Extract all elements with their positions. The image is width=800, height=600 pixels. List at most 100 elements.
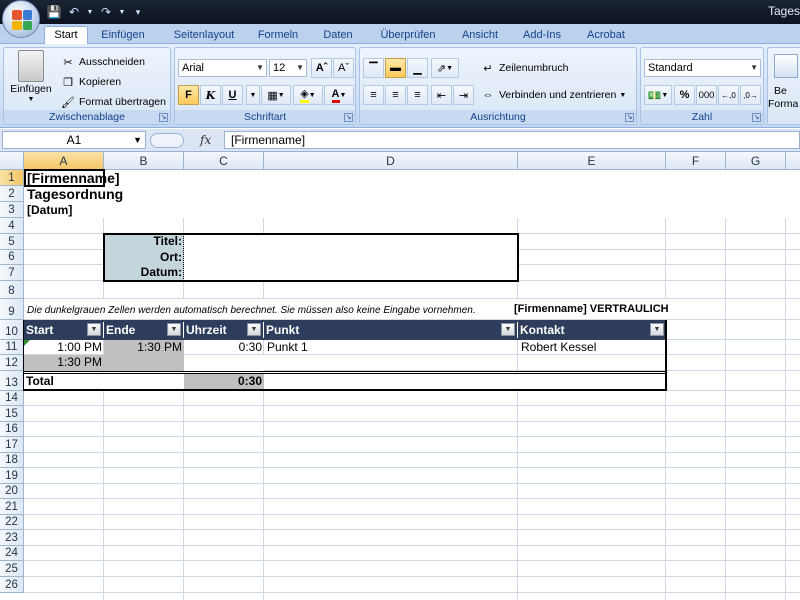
copy-button[interactable]: ❐ Kopieren: [60, 74, 121, 90]
formula-input[interactable]: [Firmenname]: [224, 131, 800, 149]
column-header-b[interactable]: B: [104, 152, 184, 170]
row-header[interactable]: 5: [0, 234, 24, 250]
row-header[interactable]: 3: [0, 202, 24, 218]
column-header-d[interactable]: D: [264, 152, 518, 170]
header-end[interactable]: Ende ▼: [104, 322, 184, 338]
filter-dropdown-icon[interactable]: ▼: [501, 323, 515, 336]
company-name[interactable]: [Firmenname]: [27, 170, 120, 186]
dropdown-arrow-icon[interactable]: ▼: [118, 4, 126, 20]
dialog-launcher-icon[interactable]: ↘: [752, 113, 761, 122]
filter-dropdown-icon[interactable]: ▼: [247, 323, 261, 336]
tab-formeln[interactable]: Formeln: [252, 27, 304, 44]
row-header[interactable]: 2: [0, 186, 24, 202]
decrease-indent-button[interactable]: ⇤: [431, 85, 452, 105]
select-all-corner[interactable]: [0, 152, 24, 170]
paste-button[interactable]: Einfügen ▼: [6, 50, 56, 103]
row-header[interactable]: 10: [0, 320, 24, 340]
dialog-launcher-icon[interactable]: ↘: [159, 113, 168, 122]
row-header[interactable]: 15: [0, 406, 24, 422]
row-header[interactable]: 14: [0, 391, 24, 406]
thousands-button[interactable]: 000: [696, 85, 717, 105]
row-header[interactable]: 9: [0, 299, 24, 320]
row-header[interactable]: 7: [0, 265, 24, 281]
row-header[interactable]: 13: [0, 371, 24, 391]
shrink-font-button[interactable]: Aˇ: [333, 58, 354, 78]
column-header-c[interactable]: C: [184, 152, 264, 170]
row-header[interactable]: 6: [0, 250, 24, 265]
row-header[interactable]: 25: [0, 561, 24, 577]
percent-button[interactable]: %: [674, 85, 695, 105]
tab-acrobat[interactable]: Acrobat: [580, 27, 632, 44]
tab-add-ins[interactable]: Add-Ins: [516, 27, 568, 44]
align-middle-button[interactable]: ▬: [385, 58, 406, 78]
header-item[interactable]: Punkt ▼: [264, 322, 518, 338]
conditional-format-icon[interactable]: [774, 54, 798, 78]
row-header[interactable]: 4: [0, 218, 24, 234]
row-header[interactable]: 24: [0, 546, 24, 561]
cut-button[interactable]: ✂ Ausschneiden: [60, 54, 145, 70]
font-color-button[interactable]: A ▼: [324, 85, 354, 105]
header-contact[interactable]: Kontakt ▼: [518, 322, 666, 338]
header-time[interactable]: Uhrzeit ▼: [184, 322, 264, 338]
align-bottom-button[interactable]: ▁: [407, 58, 428, 78]
redo-icon[interactable]: ↷: [98, 4, 114, 20]
grow-font-button[interactable]: Aˆ: [311, 58, 332, 78]
tab-einfuegen[interactable]: Einfügen: [94, 27, 152, 44]
row11-start[interactable]: 1:00 PM: [24, 340, 102, 355]
bold-button[interactable]: F: [178, 85, 199, 105]
row-header[interactable]: 17: [0, 437, 24, 453]
office-button[interactable]: [2, 0, 40, 38]
name-box[interactable]: A1 ▼: [2, 131, 146, 149]
row-header[interactable]: 11: [0, 340, 24, 355]
row-header[interactable]: 1: [0, 170, 24, 186]
filter-dropdown-icon[interactable]: ▼: [650, 323, 664, 336]
font-name-select[interactable]: Arial ▼: [178, 59, 267, 77]
row11-contact[interactable]: Robert Kessel: [521, 340, 596, 355]
filter-dropdown-icon[interactable]: ▼: [87, 323, 101, 336]
number-format-select[interactable]: Standard ▼: [644, 59, 761, 77]
row-header[interactable]: 21: [0, 499, 24, 515]
row-header[interactable]: 16: [0, 422, 24, 437]
column-header-f[interactable]: F: [666, 152, 726, 170]
date-placeholder[interactable]: [Datum]: [27, 203, 72, 218]
row-header[interactable]: 19: [0, 468, 24, 484]
orientation-button[interactable]: ⇗ ▼: [431, 58, 459, 78]
dropdown-arrow-icon[interactable]: ▼: [86, 4, 94, 20]
insert-function-icon[interactable]: fx: [200, 133, 211, 147]
decrease-decimal-button[interactable]: ,0→: [740, 85, 761, 105]
align-left-button[interactable]: ≡: [363, 85, 384, 105]
header-start[interactable]: Start ▼: [24, 322, 104, 338]
italic-button[interactable]: K: [200, 85, 221, 105]
underline-button[interactable]: U: [222, 85, 243, 105]
row-header[interactable]: 26: [0, 577, 24, 593]
row11-item[interactable]: Punkt 1: [267, 340, 308, 355]
font-size-select[interactable]: 12 ▼: [269, 59, 307, 77]
row-header[interactable]: 12: [0, 355, 24, 371]
row-header[interactable]: 23: [0, 530, 24, 546]
increase-indent-button[interactable]: ⇥: [453, 85, 474, 105]
row11-time[interactable]: 0:30: [184, 340, 262, 355]
increase-decimal-button[interactable]: ←,0: [718, 85, 739, 105]
page-title[interactable]: Tagesordnung: [27, 186, 123, 202]
formula-bar-splitter[interactable]: [150, 133, 184, 148]
save-icon[interactable]: 💾: [46, 4, 62, 20]
undo-icon[interactable]: ↶: [66, 4, 82, 20]
tab-seitenlayout[interactable]: Seitenlayout: [164, 27, 244, 44]
row-header[interactable]: 22: [0, 515, 24, 530]
customize-toolbar-icon[interactable]: ▾: [130, 4, 146, 20]
tab-start[interactable]: Start: [44, 26, 88, 45]
dialog-launcher-icon[interactable]: ↘: [625, 113, 634, 122]
column-header-e[interactable]: E: [518, 152, 666, 170]
merge-center-button[interactable]: ⇔ Verbinden und zentrieren ▼: [480, 87, 627, 103]
row-header[interactable]: 8: [0, 281, 24, 299]
column-header-h[interactable]: [786, 152, 800, 170]
align-center-button[interactable]: ≡: [385, 85, 406, 105]
underline-dropdown[interactable]: ▼: [246, 85, 260, 105]
worksheet-grid[interactable]: A B C D E F G 1 2 3 4 5 6 7 8 9 10 11 12…: [0, 152, 800, 600]
align-top-button[interactable]: ▔: [363, 58, 384, 78]
wrap-text-button[interactable]: ↵ Zeilenumbruch: [480, 60, 568, 76]
format-painter-button[interactable]: 🖌 Format übertragen: [60, 94, 166, 110]
align-right-button[interactable]: ≡: [407, 85, 428, 105]
borders-button[interactable]: ▦ ▼: [261, 85, 291, 105]
row-header[interactable]: 20: [0, 484, 24, 499]
